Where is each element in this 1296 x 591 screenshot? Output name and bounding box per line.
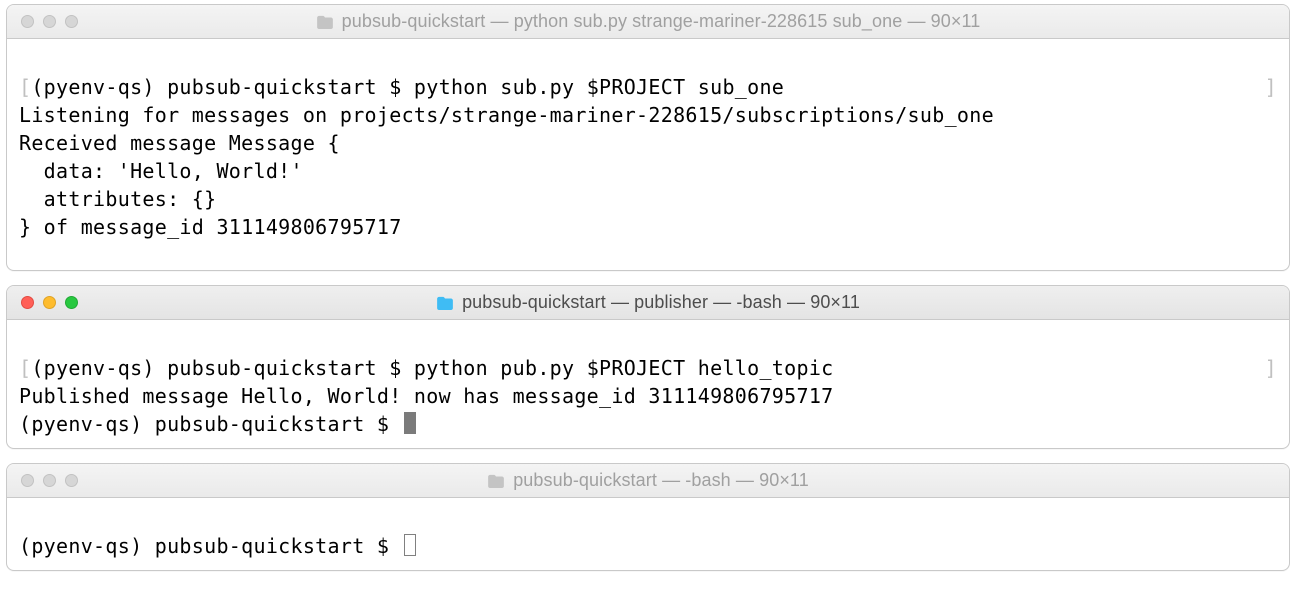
zoom-icon[interactable]: [65, 474, 78, 487]
minimize-icon[interactable]: [43, 296, 56, 309]
terminal-window-subscriber[interactable]: pubsub-quickstart — python sub.py strang…: [6, 4, 1290, 271]
title-center: pubsub-quickstart — publisher — -bash — …: [7, 286, 1289, 319]
minimize-icon[interactable]: [43, 15, 56, 28]
titlebar[interactable]: pubsub-quickstart — publisher — -bash — …: [7, 286, 1289, 320]
zoom-icon[interactable]: [65, 15, 78, 28]
bracket-left: [: [19, 73, 31, 101]
title-center: pubsub-quickstart — -bash — 90×11: [7, 464, 1289, 497]
window-title: pubsub-quickstart — publisher — -bash — …: [462, 292, 860, 313]
cursor-icon: [404, 534, 416, 556]
desktop: pubsub-quickstart — python sub.py strang…: [0, 0, 1296, 591]
traffic-lights: [21, 15, 78, 28]
terminal-window-idle[interactable]: pubsub-quickstart — -bash — 90×11 (pyenv…: [6, 463, 1290, 571]
bracket-right: ]: [1265, 73, 1277, 101]
prompt-line: (pyenv-qs) pubsub-quickstart $ python su…: [19, 75, 784, 99]
terminal-body[interactable]: (pyenv-qs) pubsub-quickstart $: [7, 498, 1289, 570]
cursor-icon: [404, 412, 416, 434]
zoom-icon[interactable]: [65, 296, 78, 309]
folder-icon: [316, 15, 334, 29]
prompt-line: (pyenv-qs) pubsub-quickstart $ python pu…: [19, 356, 834, 380]
close-icon[interactable]: [21, 15, 34, 28]
window-title: pubsub-quickstart — -bash — 90×11: [513, 470, 809, 491]
titlebar[interactable]: pubsub-quickstart — -bash — 90×11: [7, 464, 1289, 498]
terminal-output: Listening for messages on projects/stran…: [19, 103, 994, 239]
close-icon[interactable]: [21, 296, 34, 309]
window-title: pubsub-quickstart — python sub.py strang…: [342, 11, 981, 32]
titlebar[interactable]: pubsub-quickstart — python sub.py strang…: [7, 5, 1289, 39]
bracket-left: [: [19, 354, 31, 382]
title-center: pubsub-quickstart — python sub.py strang…: [7, 5, 1289, 38]
idle-prompt: (pyenv-qs) pubsub-quickstart $: [19, 412, 416, 436]
bracket-right: ]: [1265, 354, 1277, 382]
traffic-lights: [21, 474, 78, 487]
terminal-output: Published message Hello, World! now has …: [19, 384, 834, 408]
terminal-body[interactable]: [] (pyenv-qs) pubsub-quickstart $ python…: [7, 320, 1289, 448]
minimize-icon[interactable]: [43, 474, 56, 487]
traffic-lights: [21, 296, 78, 309]
terminal-body[interactable]: [] (pyenv-qs) pubsub-quickstart $ python…: [7, 39, 1289, 270]
close-icon[interactable]: [21, 474, 34, 487]
folder-icon: [436, 296, 454, 310]
folder-icon: [487, 474, 505, 488]
idle-prompt: (pyenv-qs) pubsub-quickstart $: [19, 534, 416, 558]
terminal-window-publisher[interactable]: pubsub-quickstart — publisher — -bash — …: [6, 285, 1290, 449]
